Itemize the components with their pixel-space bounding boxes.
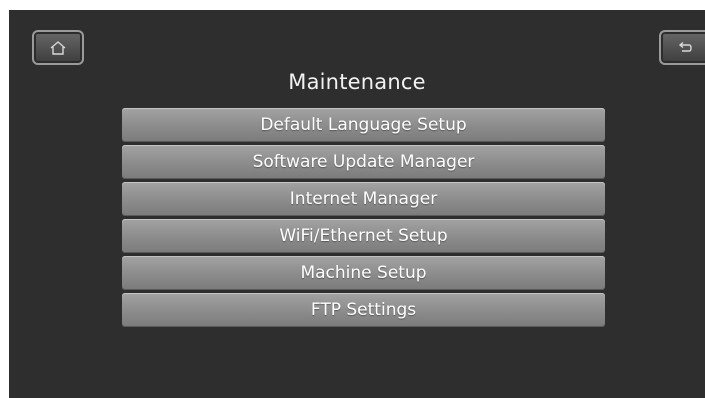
machine-setup-button[interactable]: Machine Setup [122, 256, 605, 290]
wifi-ethernet-setup-button[interactable]: WiFi/Ethernet Setup [122, 219, 605, 253]
default-language-setup-button[interactable]: Default Language Setup [122, 108, 605, 142]
home-icon [50, 40, 66, 55]
home-button[interactable] [32, 30, 84, 65]
software-update-manager-button[interactable]: Software Update Manager [122, 145, 605, 179]
maintenance-screen: Maintenance Default Language Setup Softw… [9, 10, 705, 398]
internet-manager-button[interactable]: Internet Manager [122, 182, 605, 216]
ftp-settings-button[interactable]: FTP Settings [122, 293, 605, 327]
back-arrow-icon [678, 41, 692, 52]
page-title: Maintenance [288, 70, 426, 94]
maintenance-menu: Default Language Setup Software Update M… [122, 108, 605, 330]
back-button[interactable] [659, 30, 705, 65]
